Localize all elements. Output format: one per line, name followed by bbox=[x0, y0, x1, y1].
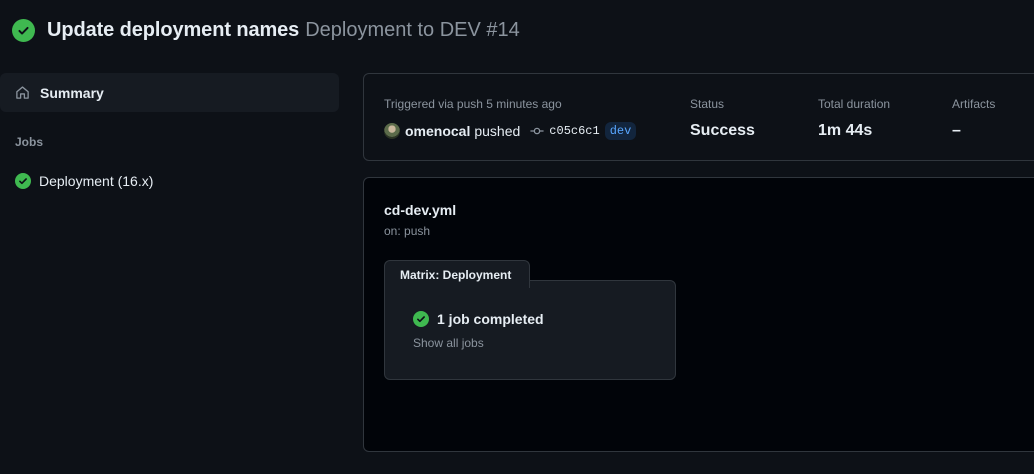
push-action: pushed bbox=[474, 123, 521, 139]
job-label: Deployment (16.x) bbox=[39, 173, 154, 189]
trigger-label: Triggered via push 5 minutes ago bbox=[384, 97, 562, 111]
artifacts-label: Artifacts bbox=[952, 97, 996, 111]
workflow-graph-card: cd-dev.yml on: push Matrix: Deployment 1… bbox=[363, 177, 1034, 452]
workflow-run-page: Update deployment names Deployment to DE… bbox=[0, 0, 1034, 474]
status-value: Success bbox=[690, 122, 755, 139]
branch-badge[interactable]: dev bbox=[604, 122, 637, 140]
avatar[interactable] bbox=[384, 123, 400, 139]
sidebar-item-job[interactable]: Deployment (16.x) bbox=[0, 171, 339, 191]
trigger-details: omenocal pushed c05c6c1 dev bbox=[384, 121, 637, 141]
status-label: Status bbox=[690, 97, 725, 111]
success-check-icon bbox=[413, 311, 429, 327]
duration-info: Total duration 1m 44s bbox=[818, 96, 890, 141]
artifacts-info: Artifacts – bbox=[952, 96, 995, 141]
workflow-file-name: cd-dev.yml bbox=[384, 202, 457, 218]
run-subtitle: Deployment to DEV #14 bbox=[305, 18, 520, 41]
duration-label: Total duration bbox=[818, 97, 891, 111]
jobs-completed: 1 job completed bbox=[413, 309, 544, 329]
matrix-title: Matrix: Deployment bbox=[384, 260, 530, 288]
sidebar-item-summary[interactable]: Summary bbox=[0, 73, 339, 112]
status-info: Status Success bbox=[690, 96, 755, 141]
success-check-icon bbox=[15, 173, 31, 189]
jobs-heading: Jobs bbox=[15, 135, 44, 149]
commit-sha-link[interactable]: c05c6c1 bbox=[549, 121, 599, 141]
matrix-content: 1 job completed Show all jobs bbox=[413, 309, 544, 350]
success-check-icon bbox=[12, 18, 35, 42]
sidebar-item-label: Summary bbox=[40, 84, 104, 101]
duration-value: 1m 44s bbox=[818, 122, 873, 139]
home-icon bbox=[15, 85, 30, 100]
show-all-jobs-link[interactable]: Show all jobs bbox=[413, 336, 544, 350]
jobs-completed-label: 1 job completed bbox=[437, 311, 544, 327]
user-link[interactable]: omenocal bbox=[405, 121, 470, 141]
matrix-box[interactable]: 1 job completed Show all jobs bbox=[384, 280, 676, 380]
run-header: Update deployment names Deployment to DE… bbox=[12, 16, 520, 44]
workflow-trigger: on: push bbox=[384, 224, 431, 238]
sidebar: Summary Jobs Deployment (16.x) bbox=[0, 73, 339, 191]
run-title: Update deployment names bbox=[47, 18, 300, 41]
run-info-card: Triggered via push 5 minutes ago omenoca… bbox=[363, 73, 1034, 161]
trigger-info: Triggered via push 5 minutes ago omenoca… bbox=[384, 96, 637, 141]
artifacts-value: – bbox=[952, 122, 961, 139]
commit-icon bbox=[530, 124, 544, 138]
